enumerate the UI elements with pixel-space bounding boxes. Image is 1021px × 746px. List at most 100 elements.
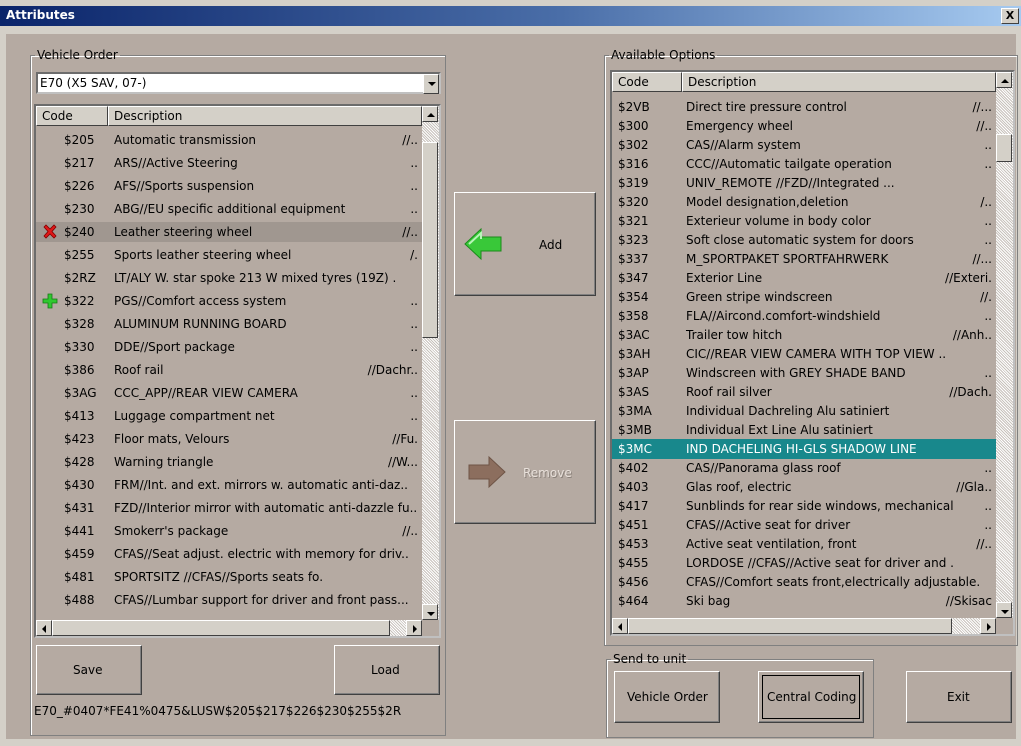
row-description: Exterior Line (686, 271, 763, 285)
table-row[interactable]: $226 AFS//Sports suspension.. (36, 176, 422, 196)
table-row[interactable]: $347 Exterior Line //Exteri. (612, 268, 996, 288)
add-button[interactable]: Add (454, 192, 596, 296)
column-header-code[interactable]: Code (612, 72, 682, 92)
table-row[interactable]: $320 Model designation,deletion /.. (612, 192, 996, 212)
scroll-down-button[interactable] (422, 604, 438, 620)
table-row[interactable]: $3AC Trailer tow hitch //Anh.. (612, 325, 996, 345)
row-description-tail: .. (410, 179, 418, 193)
table-row[interactable]: $3AS Roof rail silver //Dach. (612, 382, 996, 402)
hscroll-thumb[interactable] (52, 620, 390, 636)
row-description: Warning triangle (114, 455, 214, 469)
table-row[interactable]: $455 LORDOSE //CFAS//Active seat for driv… (612, 553, 996, 573)
table-row[interactable]: $205 Automatic transmission //.. (36, 130, 422, 150)
remove-button-label: Remove (523, 466, 572, 480)
send-vehicle-order-button[interactable]: Vehicle Order (614, 671, 720, 723)
row-code: $431 (64, 501, 95, 515)
table-row[interactable]: $464 Ski bag //Skisac (612, 591, 996, 611)
table-row[interactable]: $431 FZD//Interior mirror with automatic … (36, 498, 422, 518)
table-row[interactable]: $302 CAS//Alarm system.. (612, 135, 996, 155)
exit-button[interactable]: Exit (906, 671, 1012, 723)
close-button[interactable]: X (1001, 8, 1019, 24)
table-row[interactable]: $3AH CIC//REAR VIEW CAMERA WITH TOP VIEW … (612, 344, 996, 364)
row-code: $3AS (618, 385, 650, 399)
remove-button[interactable]: Remove (454, 420, 596, 524)
table-row[interactable]: $402 CAS//Panorama glass roof.. (612, 458, 996, 478)
table-row[interactable]: $3MA Individual Dachreling Alu satiniert (612, 401, 996, 421)
table-row[interactable]: $430 FRM//Int. and ext. mirrors w. automa… (36, 475, 422, 495)
table-row[interactable]: $217 ARS//Active Steering.. (36, 153, 422, 173)
vehicle-order-hscroll[interactable] (36, 620, 422, 636)
row-code: $428 (64, 455, 95, 469)
table-row[interactable]: $453 Active seat ventilation, front //.. (612, 534, 996, 554)
load-button[interactable]: Load (334, 645, 440, 695)
table-row[interactable]: $322 PGS//Comfort access system.. (36, 291, 422, 311)
table-row[interactable]: $323 Soft close automatic system for door… (612, 230, 996, 250)
model-select-arrow[interactable] (423, 74, 439, 94)
vehicle-order-vscroll[interactable] (422, 106, 439, 620)
scroll-left-button[interactable] (36, 620, 52, 636)
table-row[interactable]: $423 Floor mats, Velours //Fu. (36, 429, 422, 449)
table-row[interactable]: $441 Smokerr's package //.. (36, 521, 422, 541)
table-row[interactable]: $3MC IND DACHELING HI-GLS SHADOW LINE (612, 439, 996, 459)
table-row[interactable]: $255 Sports leather steering wheel /. (36, 245, 422, 265)
table-row[interactable]: $417 Sunblinds for rear side windows, mec… (612, 496, 996, 516)
row-description: Exterieur volume in body color (686, 214, 871, 228)
model-select[interactable]: E70 (X5 SAV, 07-) (36, 72, 441, 94)
available-options-list[interactable]: Code Description $2VB Direct tire pressur… (610, 70, 1015, 636)
central-coding-button[interactable]: Central Coding (758, 671, 864, 723)
scroll-right-button[interactable] (980, 618, 996, 634)
available-options-hscroll[interactable] (612, 618, 996, 634)
table-row[interactable]: $488 CFAS//Lumbar support for driver and … (36, 590, 422, 610)
table-row[interactable]: $3AP Windscreen with GREY SHADE BAND.. (612, 363, 996, 383)
scroll-down-button[interactable] (996, 602, 1012, 618)
hscroll-thumb[interactable] (628, 618, 952, 634)
row-description: CCC_APP//REAR VIEW CAMERA (114, 386, 298, 400)
scroll-left-button[interactable] (612, 618, 628, 634)
table-row[interactable]: $403 Glas roof, electric //Gla.. (612, 477, 996, 497)
table-row[interactable]: $2RZ LT/ALY W. star spoke 213 W mixed tyr… (36, 268, 422, 288)
table-row[interactable]: $3MB Individual Ext Line Alu satiniert (612, 420, 996, 440)
save-button[interactable]: Save (36, 645, 142, 695)
table-row[interactable]: $328 ALUMINUM RUNNING BOARD.. (36, 314, 422, 334)
scroll-thumb[interactable] (996, 134, 1012, 162)
table-row[interactable]: $451 CFAS//Active seat for driver.. (612, 515, 996, 535)
column-header-description[interactable]: Description (108, 106, 422, 126)
table-row[interactable]: $330 DDE//Sport package.. (36, 337, 422, 357)
row-description-tail: .. (984, 214, 992, 228)
table-row[interactable]: $337 M_SPORTPAKET SPORTFAHRWERK //... (612, 249, 996, 269)
table-row[interactable]: $300 Emergency wheel //.. (612, 116, 996, 136)
row-code: $240 (64, 225, 95, 239)
table-row[interactable]: $386 Roof rail //Dachr.. (36, 360, 422, 380)
load-button-label: Load (371, 663, 400, 677)
scroll-thumb[interactable] (422, 142, 438, 338)
table-row[interactable]: $240 Leather steering wheel //.. (36, 222, 422, 242)
row-code: $459 (64, 547, 95, 561)
scroll-up-button[interactable] (422, 106, 438, 122)
table-row[interactable]: $413 Luggage compartment net.. (36, 406, 422, 426)
chevron-down-icon (427, 612, 435, 616)
table-row[interactable]: $230 ABG//EU specific additional equipmen… (36, 199, 422, 219)
table-row[interactable]: $456 CFAS//Comfort seats front,electrical… (612, 572, 996, 592)
table-row[interactable]: $354 Green stripe windscreen //. (612, 287, 996, 307)
row-description-tail: //... (972, 100, 992, 114)
available-options-vscroll[interactable] (996, 72, 1013, 618)
table-row[interactable]: $2VB Direct tire pressure control //... (612, 97, 996, 117)
table-row[interactable]: $358 FLA//Aircond.comfort-windshield.. (612, 306, 996, 326)
scroll-right-button[interactable] (406, 620, 422, 636)
table-row[interactable]: $3AG CCC_APP//REAR VIEW CAMERA.. (36, 383, 422, 403)
row-code: $322 (64, 294, 95, 308)
row-code: $488 (64, 593, 95, 607)
vehicle-order-list[interactable]: Code Description $205 Automatic transmiss… (34, 104, 441, 638)
table-row[interactable]: $459 CFAS//Seat adjust. electric with mem… (36, 544, 422, 564)
table-row[interactable]: $428 Warning triangle //W... (36, 452, 422, 472)
column-header-code[interactable]: Code (36, 106, 108, 126)
table-row[interactable]: $321 Exterieur volume in body color.. (612, 211, 996, 231)
scroll-up-button[interactable] (996, 72, 1012, 88)
table-row[interactable]: $316 CCC//Automatic tailgate operation.. (612, 154, 996, 174)
row-code: $358 (618, 309, 649, 323)
row-description-tail: //.. (976, 537, 992, 551)
row-description: Individual Dachreling Alu satiniert (686, 404, 890, 418)
table-row[interactable]: $481 SPORTSITZ //CFAS//Sports seats fo. (36, 567, 422, 587)
table-row[interactable]: $319 UNIV_REMOTE //FZD//Integrated ... (612, 173, 996, 193)
column-header-description[interactable]: Description (682, 72, 996, 92)
